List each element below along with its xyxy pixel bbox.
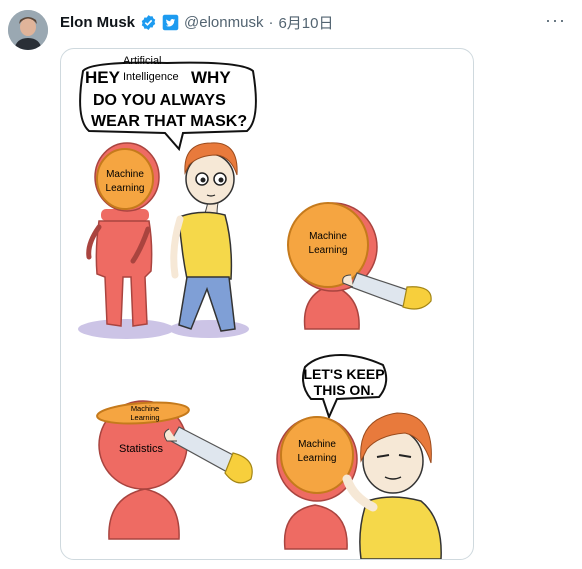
human-figure [342,412,442,559]
glove [402,286,432,310]
twitter-bird-icon [162,14,179,31]
separator: · [268,14,274,31]
author-handle[interactable]: @elonmusk [184,14,263,31]
bubble-ai-line1: Artificial [123,55,162,67]
mask-label-line2: Learning [106,183,145,194]
mask-label-line1: Machine [298,439,336,450]
bubble-line1: LET'S KEEP [303,366,384,382]
panel-4: LET'S KEEP THIS ON. Machine Learning [276,353,442,559]
verified-badge-icon [140,14,157,31]
mask-label-line2: Learning [298,453,337,464]
mask-label-line1: Machine [106,169,144,180]
author-avatar[interactable] [8,10,48,50]
mask-label-line1: Machine [131,404,159,413]
bubble-why: WHY [191,68,231,87]
tweet-date[interactable]: 6月10日 [278,12,333,33]
sleeve [350,272,412,308]
ground-shadow [78,319,174,339]
mask-label-line2: Learning [130,413,159,422]
bubble-line2: THIS ON. [314,382,375,398]
bubble-hey: HEY [85,68,121,87]
panel-3: Statistics Machine Learning [96,400,253,540]
tweet-header: Elon Musk @elonmusk · 6月10日 [60,12,333,33]
mask-label-line1: Machine [309,231,347,242]
robot-figure: Machine Learning [86,142,160,327]
statistics-label: Statistics [119,443,164,455]
panel-2: Machine Learning [287,202,432,330]
bubble-line2: DO YOU ALWAYS [93,92,226,109]
human-figure [170,142,238,332]
panel-1: HEY Artificial Intelligence WHY DO YOU A… [78,55,257,339]
bubble-line3: WEAR THAT MASK? [91,113,247,130]
author-name[interactable]: Elon Musk [60,14,135,31]
tweet-media-comic[interactable]: HEY Artificial Intelligence WHY DO YOU A… [60,48,474,560]
mask-label-line2: Learning [309,245,348,256]
bubble-ai-line2: Intelligence [123,71,179,83]
more-dots-icon[interactable]: ··· [545,10,566,31]
